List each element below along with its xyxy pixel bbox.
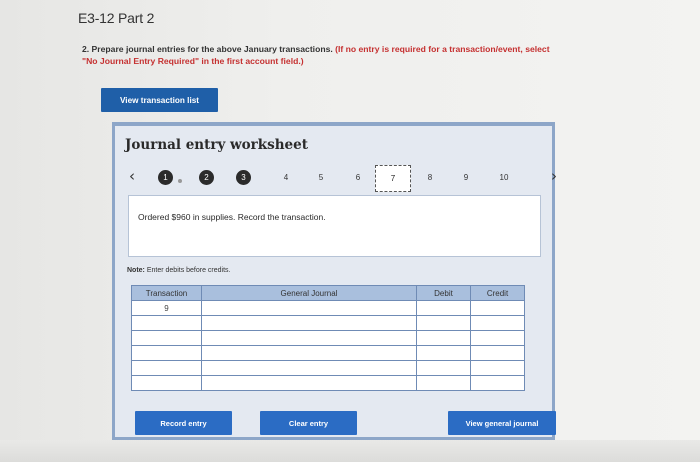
step-10[interactable]: 10 — [493, 170, 515, 185]
header-credit: Credit — [470, 285, 525, 301]
journal-table: Transaction General Journal Debit Credit… — [131, 285, 525, 391]
instructions: 2. Prepare journal entries for the above… — [82, 44, 552, 67]
page-title: E3-12 Part 2 — [78, 10, 155, 26]
screen-bottom-edge — [0, 440, 700, 462]
header-debit: Debit — [416, 285, 471, 301]
transaction-prompt: Ordered $960 in supplies. Record the tra… — [128, 195, 541, 257]
table-row — [131, 315, 525, 331]
clear-entry-button[interactable]: Clear entry — [260, 411, 357, 435]
step-4[interactable]: 4 — [278, 170, 294, 185]
journal-entry-worksheet: Journal entry worksheet ‹ 1 2 3 4 5 6 7 … — [112, 122, 557, 440]
debit-field[interactable] — [416, 330, 471, 346]
worksheet-title: Journal entry worksheet — [125, 137, 308, 153]
table-row — [131, 375, 525, 391]
credit-field[interactable] — [470, 360, 525, 376]
credit-field[interactable] — [470, 330, 525, 346]
table-row — [131, 360, 525, 376]
step-6[interactable]: 6 — [350, 170, 366, 185]
account-field[interactable] — [201, 300, 417, 316]
instructions-main: 2. Prepare journal entries for the above… — [82, 44, 333, 54]
account-field[interactable] — [201, 315, 417, 331]
account-field[interactable] — [201, 375, 417, 391]
debit-field[interactable] — [416, 375, 471, 391]
transaction-cell — [131, 345, 202, 361]
table-row — [131, 330, 525, 346]
transaction-cell: 9 — [131, 300, 202, 316]
prev-arrow-icon[interactable]: ‹ — [129, 167, 135, 185]
table-row: 9 — [131, 300, 525, 316]
view-general-journal-button[interactable]: View general journal — [448, 411, 556, 435]
table-row — [131, 345, 525, 361]
transaction-cell — [131, 315, 202, 331]
account-field[interactable] — [201, 345, 417, 361]
credit-field[interactable] — [470, 375, 525, 391]
transaction-cell — [131, 330, 202, 346]
step-2[interactable]: 2 — [199, 170, 214, 185]
record-entry-button[interactable]: Record entry — [135, 411, 232, 435]
step-8[interactable]: 8 — [422, 170, 438, 185]
credit-field[interactable] — [470, 315, 525, 331]
step-9[interactable]: 9 — [458, 170, 474, 185]
credit-field[interactable] — [470, 300, 525, 316]
debit-field[interactable] — [416, 300, 471, 316]
note: Note: Enter debits before credits. — [127, 267, 231, 274]
header-transaction: Transaction — [131, 285, 202, 301]
view-transaction-list-button[interactable]: View transaction list — [101, 88, 218, 112]
credit-field[interactable] — [470, 345, 525, 361]
step-3[interactable]: 3 — [236, 170, 251, 185]
note-label: Note: — [127, 267, 145, 274]
debit-field[interactable] — [416, 315, 471, 331]
next-arrow-icon[interactable]: › — [551, 167, 557, 185]
transaction-cell — [131, 360, 202, 376]
debit-field[interactable] — [416, 345, 471, 361]
debit-field[interactable] — [416, 360, 471, 376]
prompt-text: Ordered $960 in supplies. Record the tra… — [138, 212, 326, 222]
step-7-current[interactable]: 7 — [375, 165, 411, 192]
step-5[interactable]: 5 — [313, 170, 329, 185]
account-field[interactable] — [201, 360, 417, 376]
journal-header-row: Transaction General Journal Debit Credit — [131, 285, 525, 301]
step-separator-dot — [178, 179, 182, 183]
account-field[interactable] — [201, 330, 417, 346]
transaction-cell — [131, 375, 202, 391]
step-1[interactable]: 1 — [158, 170, 173, 185]
header-general-journal: General Journal — [201, 285, 417, 301]
note-text: Enter debits before credits. — [146, 267, 231, 274]
